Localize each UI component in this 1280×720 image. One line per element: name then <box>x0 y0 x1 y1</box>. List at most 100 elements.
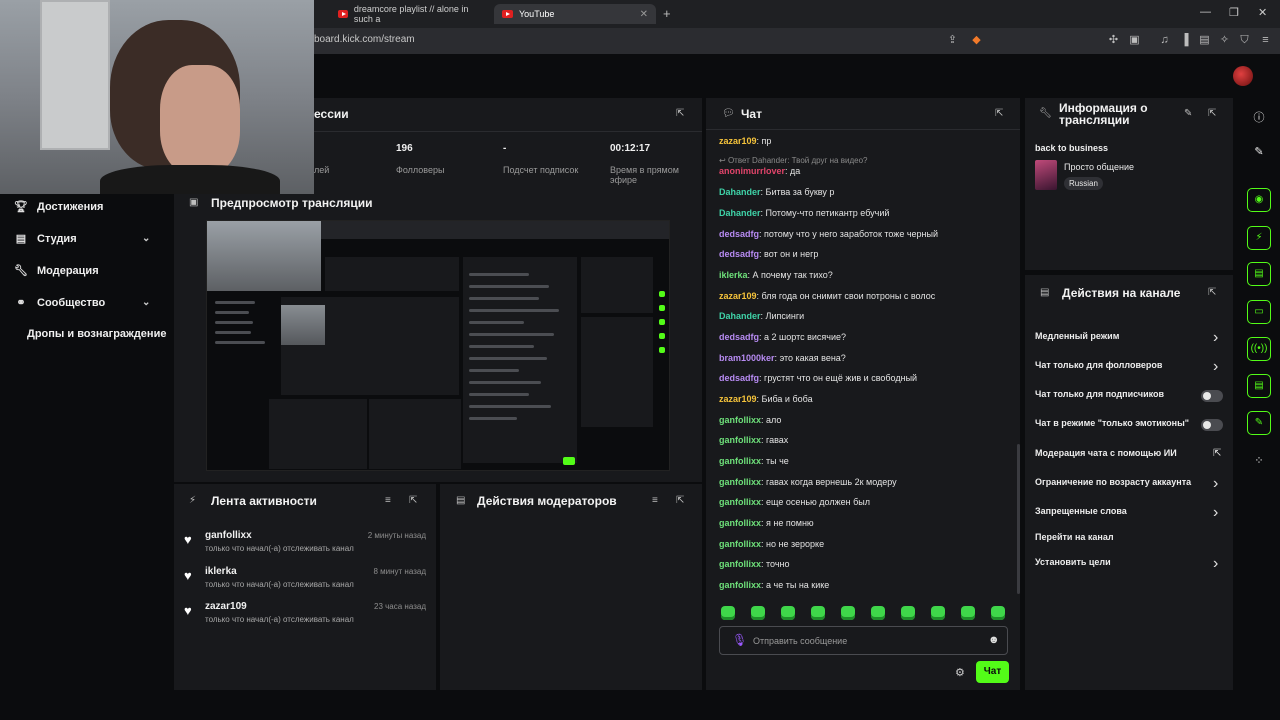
filter-icon[interactable]: ≡ <box>652 495 658 506</box>
filter-icon[interactable]: ≡ <box>385 495 391 506</box>
emote-icon[interactable] <box>871 606 885 620</box>
chat-username[interactable]: ganfollixx <box>719 559 761 569</box>
menu-icon[interactable]: ≡ <box>1259 34 1272 47</box>
category-name[interactable]: Просто общение <box>1064 162 1134 172</box>
chat-username[interactable]: bram1000ker <box>719 353 775 363</box>
emote-icon[interactable] <box>811 606 825 620</box>
chevron-down-icon[interactable]: ⌄ <box>142 297 150 308</box>
toggle-switch[interactable] <box>1201 419 1223 431</box>
sidebar-item-studio[interactable]: ▤ Студия ⌄ <box>14 232 151 246</box>
chat-username[interactable]: dedsadfg <box>719 249 759 259</box>
channel-action-item[interactable]: Установить цели <box>1035 557 1111 567</box>
info-icon[interactable]: ⓘ <box>1250 109 1268 125</box>
channel-action-item[interactable]: Чат только для фолловеров <box>1035 360 1162 370</box>
chat-scrollbar[interactable] <box>1017 444 1020 594</box>
emote-icon[interactable] <box>841 606 855 620</box>
rail-btn-actions[interactable]: ▤ <box>1247 374 1271 398</box>
browser-tab-youtube[interactable]: YouTube ✕ <box>494 4 656 24</box>
chat-username[interactable]: Dahander <box>719 187 761 197</box>
chat-username[interactable]: ganfollixx <box>719 477 761 487</box>
emote-icon[interactable] <box>901 606 915 620</box>
rail-btn-broadcast[interactable]: ((•)) <box>1247 337 1271 361</box>
chat-username[interactable]: ganfollixx <box>719 497 761 507</box>
sidebar-item-community[interactable]: ⚭ Сообщество ⌄ <box>14 296 150 310</box>
chat-username[interactable]: zazar109 <box>719 394 757 404</box>
popout-icon[interactable]: ⇱ <box>409 495 417 506</box>
share-icon[interactable]: ⇪ <box>946 34 959 47</box>
chat-username[interactable]: anonimurrlover <box>719 166 785 176</box>
rail-btn-chat[interactable]: ▭ <box>1247 300 1271 324</box>
sidebar-item-moderation[interactable]: 🔧︎ Модерация <box>14 264 99 278</box>
chevron-right-icon[interactable]: › <box>1213 358 1218 376</box>
vpn-icon[interactable]: ⛉ <box>1238 34 1251 47</box>
channel-action-item[interactable]: Модерация чата с помощью ИИ <box>1035 448 1177 458</box>
chat-username[interactable]: Dahander <box>719 208 761 218</box>
microphone-icon[interactable]: 🎙︎ <box>732 633 747 647</box>
toggle-switch[interactable] <box>1201 390 1223 402</box>
extensions-icon[interactable]: ✣ <box>1107 34 1120 47</box>
chat-username[interactable]: ganfollixx <box>719 456 761 466</box>
external-link-icon[interactable]: ⇱ <box>1213 448 1221 459</box>
emoji-icon[interactable]: ☻ <box>988 634 1000 646</box>
more-widgets-icon[interactable]: ⁘ <box>1250 454 1268 467</box>
chevron-right-icon[interactable]: › <box>1213 329 1218 347</box>
emote-icon[interactable] <box>931 606 945 620</box>
popout-icon[interactable]: ⇱ <box>676 495 684 506</box>
chevron-right-icon[interactable]: › <box>1213 504 1218 522</box>
stream-preview-video[interactable] <box>206 220 670 471</box>
avatar[interactable] <box>1233 66 1253 86</box>
chat-username[interactable]: ganfollixx <box>719 435 761 445</box>
chat-username[interactable]: Dahander <box>719 311 761 321</box>
channel-action-item[interactable]: Перейти на канал <box>1035 532 1114 542</box>
chat-username[interactable]: zazar109 <box>719 136 757 146</box>
chat-username[interactable]: ganfollixx <box>719 580 761 590</box>
chevron-right-icon[interactable]: › <box>1213 555 1218 573</box>
chevron-right-icon[interactable]: › <box>1213 475 1218 493</box>
sidebar-item-achievements[interactable]: 🏆︎ Достижения <box>14 200 103 214</box>
rail-btn-modlog[interactable]: ▤ <box>1247 262 1271 286</box>
maximize-icon[interactable]: ❐ <box>1229 6 1239 19</box>
chat-username[interactable]: dedsadfg <box>719 332 759 342</box>
chat-username[interactable]: ganfollixx <box>719 518 761 528</box>
chat-username[interactable]: ganfollixx <box>719 415 761 425</box>
channel-action-item[interactable]: Чат в режиме "только эмотиконы" <box>1035 418 1189 428</box>
close-tab-icon[interactable]: ✕ <box>640 9 648 20</box>
popout-icon[interactable]: ⇱ <box>995 108 1003 119</box>
chat-username[interactable]: dedsadfg <box>719 229 759 239</box>
new-tab-button[interactable]: + <box>663 6 671 21</box>
browser-tab-playlist[interactable]: dreamcore playlist // alone in such a <box>330 4 490 24</box>
emote-icon[interactable] <box>751 606 765 620</box>
popout-icon[interactable]: ⇱ <box>676 108 684 119</box>
sidebar-item-drops[interactable]: Дропы и вознаграждение <box>27 328 166 340</box>
emote-icon[interactable] <box>991 606 1005 620</box>
chat-send-button[interactable]: Чат <box>976 661 1009 683</box>
media-icon[interactable]: ♫ <box>1158 34 1171 47</box>
channel-action-item[interactable]: Ограничение по возрасту аккаунта <box>1035 477 1191 487</box>
emote-icon[interactable] <box>721 606 735 620</box>
screenshot-icon[interactable]: ▣ <box>1128 34 1141 47</box>
activity-username[interactable]: iklerka <box>205 566 237 577</box>
channel-action-item[interactable]: Медленный режим <box>1035 331 1119 341</box>
wallet-icon[interactable]: ▤ <box>1198 34 1211 47</box>
activity-username[interactable]: ganfollixx <box>205 530 252 541</box>
chat-username[interactable]: iklerka <box>719 270 748 280</box>
emote-icon[interactable] <box>961 606 975 620</box>
rail-btn-activity[interactable]: ⚡︎ <box>1247 226 1271 250</box>
chat-input-box[interactable]: 🎙︎ Отправить сообщение ☻ <box>719 626 1008 655</box>
rail-btn-stream-preview[interactable]: ◉ <box>1247 188 1271 212</box>
activity-username[interactable]: zazar109 <box>205 601 247 612</box>
chat-username[interactable]: ganfollixx <box>719 539 761 549</box>
chat-username[interactable]: zazar109 <box>719 291 757 301</box>
minimize-icon[interactable]: — <box>1200 6 1211 18</box>
sidebar-icon[interactable]: ▐ <box>1178 34 1191 47</box>
emote-icon[interactable] <box>781 606 795 620</box>
chevron-down-icon[interactable]: ⌄ <box>142 233 150 244</box>
chat-username[interactable]: dedsadfg <box>719 373 759 383</box>
close-window-icon[interactable]: ✕ <box>1258 6 1267 19</box>
settings-gear-icon[interactable]: ⚙ <box>955 666 965 679</box>
channel-action-item[interactable]: Чат только для подписчиков <box>1035 389 1164 399</box>
leo-icon[interactable]: ✧ <box>1218 34 1231 47</box>
url-text[interactable]: board.kick.com/stream <box>314 34 415 45</box>
rail-btn-tools[interactable]: ✎ <box>1247 411 1271 435</box>
popout-icon[interactable]: ⇱ <box>1208 287 1216 298</box>
